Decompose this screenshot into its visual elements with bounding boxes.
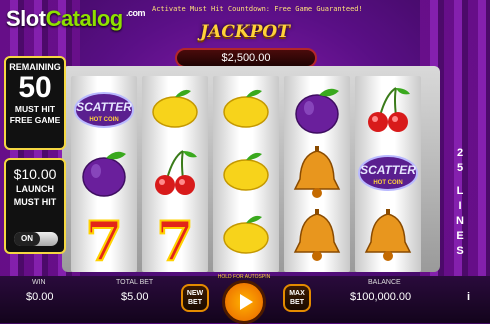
scatter-symbol-icon: SCATTER HOT COIN: [358, 155, 418, 191]
total-bet-label: TOTAL BET: [116, 279, 154, 286]
launch-amount: $10.00: [13, 166, 57, 182]
bell-symbol-icon: [364, 209, 412, 261]
win-label: WIN: [32, 279, 46, 286]
max-bet-button[interactable]: MAX BET: [283, 284, 311, 312]
slotcatalog-logo: SlotCatalog .com: [6, 6, 146, 31]
paylines-label: 2 5 L I N E S: [456, 147, 464, 257]
remaining-count: 50: [18, 71, 52, 104]
svg-text:7: 7: [85, 209, 123, 266]
launch-must-hit-label: MUST HIT: [13, 197, 57, 207]
play-icon: [240, 294, 253, 310]
balance-value: $100,000.00: [350, 291, 412, 303]
lemon-symbol-icon: [223, 89, 269, 128]
launch-panel: $10.00 LAUNCH MUST HIT ON: [4, 158, 66, 254]
spin-button[interactable]: [222, 280, 266, 324]
seven-symbol-icon: 7: [155, 208, 195, 266]
lemon-symbol-icon: [223, 215, 269, 254]
new-bet-button[interactable]: NEW BET: [181, 284, 209, 312]
must-hit-toggle[interactable]: ON: [14, 232, 58, 246]
spin-hint: HOLD FOR AUTOSPIN: [217, 274, 271, 280]
balance-label: BALANCE: [368, 279, 401, 286]
plum-symbol-icon: [82, 151, 126, 197]
jackpot-display: JACKPOT $2,500.00: [175, 22, 317, 72]
cherry-symbol-icon: [368, 87, 410, 132]
seven-symbol-icon: 7: [84, 208, 124, 266]
remaining-panel: REMAINING 50 MUST HIT FREE GAME: [4, 56, 66, 150]
svg-text:SCATTER: SCATTER: [360, 163, 416, 177]
jackpot-amount: $2,500.00: [175, 48, 317, 68]
lemon-symbol-icon: [152, 89, 198, 128]
countdown-message: Activate Must Hit Countdown: Free Game G…: [152, 5, 363, 13]
toggle-on-label: ON: [14, 232, 40, 246]
free-game-label: FREE GAME: [9, 115, 61, 125]
jackpot-title: JACKPOT: [200, 22, 290, 42]
bell-symbol-icon: [293, 209, 341, 261]
scatter-symbol-icon: SCATTER HOT COIN: [74, 92, 134, 128]
plum-symbol-icon: [295, 88, 339, 134]
svg-text:HOT COIN: HOT COIN: [89, 117, 118, 123]
bell-symbol-icon: [293, 146, 341, 198]
svg-text:7: 7: [156, 209, 194, 266]
lemon-symbol-icon: [223, 152, 269, 191]
launch-label: LAUNCH: [16, 184, 54, 194]
must-hit-label: MUST HIT: [14, 104, 56, 114]
svg-text:HOT COIN: HOT COIN: [373, 180, 402, 186]
svg-text:SCATTER: SCATTER: [76, 100, 132, 114]
total-bet-value: $5.00: [121, 291, 149, 303]
info-icon[interactable]: i: [467, 291, 470, 303]
cherry-symbol-icon: [155, 150, 197, 195]
win-value: $0.00: [26, 291, 54, 303]
